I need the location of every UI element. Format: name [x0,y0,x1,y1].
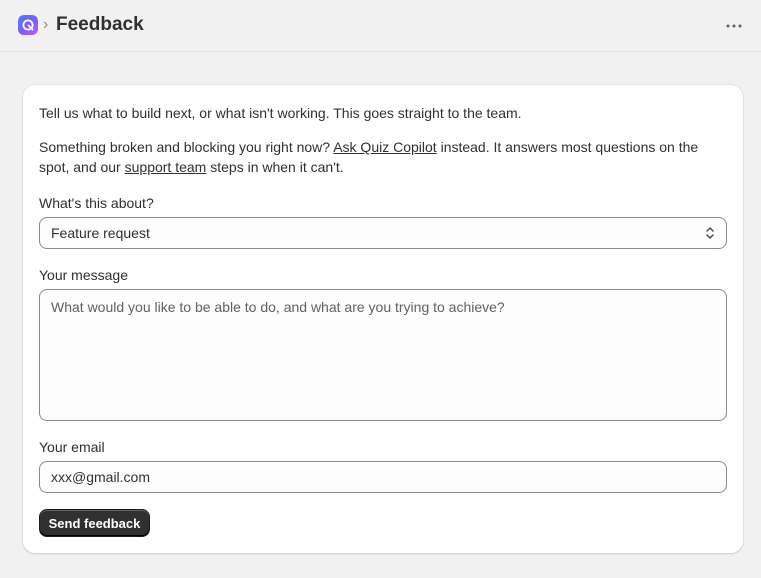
ask-quiz-copilot-link[interactable]: Ask Quiz Copilot [333,139,436,155]
email-label: Your email [39,439,105,455]
support-team-link[interactable]: support team [125,159,207,175]
intro-text: Tell us what to build next, or what isn'… [39,105,522,121]
page-title: Feedback [56,14,144,35]
app-logo-icon[interactable] [18,15,38,35]
more-actions-button[interactable] [722,16,746,36]
logo-mark [22,19,34,31]
help-text: Something broken and blocking you right … [39,137,709,177]
message-label: Your message [39,267,128,283]
feedback-card: Tell us what to build next, or what isn'… [23,85,743,553]
email-field[interactable] [39,461,727,493]
help-text-end: steps in when it can't. [206,159,344,175]
topic-label: What's this about? [39,195,154,211]
top-bar: › Feedback [0,0,761,52]
breadcrumb-separator: › [43,16,49,33]
help-text-start: Something broken and blocking you right … [39,139,334,155]
more-horizontal-icon [726,24,742,28]
topic-select[interactable]: Feature request [39,217,727,249]
topic-select-value: Feature request [51,225,150,241]
message-textarea[interactable] [39,289,727,421]
select-chevron-icon [706,227,714,239]
send-feedback-button[interactable]: Send feedback [39,509,150,537]
